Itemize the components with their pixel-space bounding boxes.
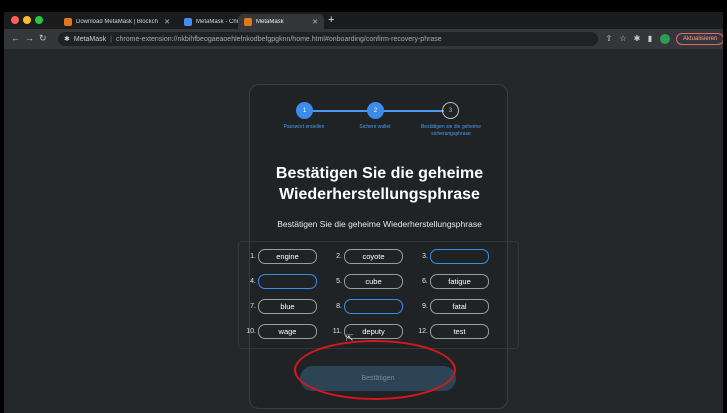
word-chip[interactable]: coyote <box>344 249 403 264</box>
site-name: MetaMask <box>73 35 107 43</box>
close-icon[interactable]: ✕ <box>312 18 318 26</box>
page-subtitle: Bestätigen Sie die geheime Wiederherstel… <box>277 219 482 229</box>
recovery-word-11: 11. deputy <box>330 324 403 339</box>
recovery-phrase-grid: 1. engine 2. coyote 3. 4. 5. cube 6. fat… <box>238 241 519 349</box>
mouse-cursor-icon: ⇱ <box>346 333 354 343</box>
update-button[interactable]: Aktualisieren <box>676 33 723 45</box>
new-tab-button[interactable]: + <box>328 14 334 26</box>
word-index: 12. <box>418 328 428 335</box>
window-maximize-button[interactable] <box>35 16 43 24</box>
word-input[interactable] <box>430 249 489 264</box>
word-index: 5. <box>336 278 342 285</box>
step-3-label: Bestätigen sie die geheime sicherungsphr… <box>420 124 482 137</box>
recovery-word-6: 6. fatigue <box>416 274 489 289</box>
screen: Download MetaMask | Blockch ✕ MetaMask -… <box>0 0 727 413</box>
word-input[interactable] <box>344 299 403 314</box>
tab-download-metamask[interactable]: Download MetaMask | Blockch ✕ <box>58 14 176 29</box>
back-arrow-icon[interactable]: ← <box>11 32 20 44</box>
address-separator: | <box>110 35 112 43</box>
word-chip[interactable]: fatal <box>430 299 489 314</box>
step-2-indicator: 2 <box>367 102 384 119</box>
word-index: 2. <box>336 253 342 260</box>
page-title-line-1: Bestätigen Sie die geheime <box>275 165 484 182</box>
page-title: Bestätigen Sie die geheime Wiederherstel… <box>250 163 509 205</box>
profile-avatar-icon[interactable] <box>660 34 670 44</box>
address-bar[interactable]: ✱ MetaMask | chrome-extension://nkbihfbe… <box>58 32 598 46</box>
extension-puzzle-icon: ✱ <box>64 36 70 43</box>
chrome-web-store-icon <box>184 17 192 26</box>
recovery-word-9: 9. fatal <box>416 299 489 314</box>
recovery-word-7: 7. blue <box>244 299 317 314</box>
word-index: 1. <box>250 253 256 260</box>
browser-toolbar: ← → ↻ ✱ MetaMask | chrome-extension://nk… <box>4 29 723 49</box>
recovery-word-12: 12. test <box>416 324 489 339</box>
word-chip[interactable]: test <box>430 324 489 339</box>
tab-title: MetaMask <box>256 18 284 25</box>
word-index: 6. <box>422 278 428 285</box>
tab-metamask[interactable]: MetaMask ✕ <box>238 14 324 29</box>
forward-arrow-icon[interactable]: → <box>25 32 34 44</box>
word-index: 10. <box>246 328 256 335</box>
word-index: 9. <box>422 303 428 310</box>
word-index: 7. <box>250 303 256 310</box>
word-index: 11. <box>332 328 342 335</box>
word-chip[interactable]: blue <box>258 299 317 314</box>
bookmark-star-icon[interactable]: ☆ <box>618 34 628 44</box>
word-index: 3. <box>422 253 428 260</box>
recovery-word-5: 5. cube <box>330 274 403 289</box>
recovery-word-2: 2. coyote <box>330 249 403 264</box>
word-chip[interactable]: engine <box>258 249 317 264</box>
sidepanel-icon[interactable]: ▮ <box>645 34 655 44</box>
word-input[interactable] <box>258 274 317 289</box>
recovery-word-4: 4. <box>244 274 317 289</box>
tab-title: Download MetaMask | Blockch <box>76 18 158 25</box>
close-icon[interactable]: ✕ <box>164 18 170 26</box>
tab-strip: Download MetaMask | Blockch ✕ MetaMask -… <box>4 12 723 29</box>
metamask-fox-icon <box>64 17 72 26</box>
step-3-indicator: 3 <box>442 102 459 119</box>
page-title-line-2: Wiederherstellungsphrase <box>279 186 480 203</box>
recovery-word-10: 10. wage <box>244 324 317 339</box>
stepper-connector <box>308 110 376 112</box>
reload-icon[interactable]: ↻ <box>39 32 47 44</box>
step-2-label: Sichere wallet <box>359 124 391 130</box>
stepper-connector <box>376 110 444 112</box>
word-index: 8. <box>336 303 342 310</box>
step-1-indicator: 1 <box>296 102 313 119</box>
annotation-red-ellipse <box>294 340 456 400</box>
recovery-word-1: 1. engine <box>244 249 317 264</box>
recovery-word-8: 8. <box>330 299 403 314</box>
step-1-label: Passwort erstellen <box>283 124 325 130</box>
extensions-icon[interactable]: ✱ <box>632 34 642 44</box>
window-minimize-button[interactable] <box>23 16 31 24</box>
word-chip[interactable]: cube <box>344 274 403 289</box>
window-close-button[interactable] <box>11 16 19 24</box>
share-icon[interactable]: ⇧ <box>604 34 614 44</box>
metamask-fox-icon <box>244 17 252 26</box>
recovery-word-3: 3. <box>416 249 489 264</box>
word-index: 4. <box>250 278 256 285</box>
word-chip[interactable]: fatigue <box>430 274 489 289</box>
address-url: chrome-extension://nkbihfbeogaeaoehlefnk… <box>116 35 442 43</box>
word-chip[interactable]: wage <box>258 324 317 339</box>
